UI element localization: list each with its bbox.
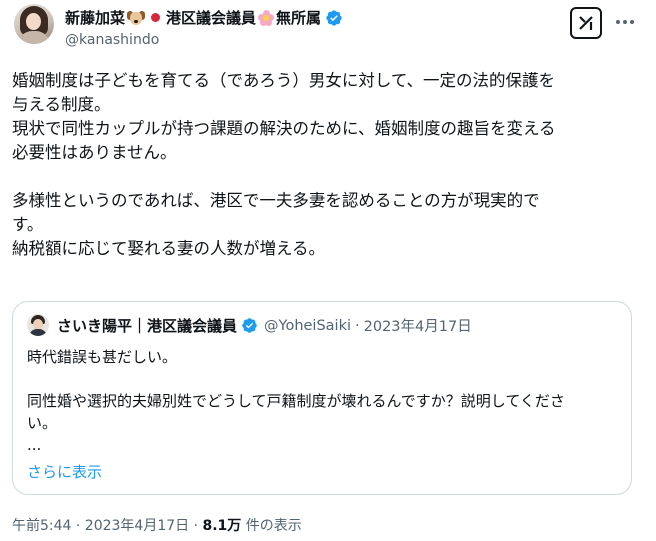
grok-icon	[579, 16, 593, 30]
tweet-text: 婚姻制度は子どもを育てる（であろう）男女に対して、一定の法的保護を 与える制度。…	[12, 69, 644, 261]
tweet-line: 現状で同性カップルが持つ課題の解決のために、婚姻制度の趣旨を変える	[12, 119, 556, 138]
verified-badge-icon	[242, 318, 257, 333]
quoted-author-name[interactable]: さいき陽平｜港区議会議員	[57, 315, 237, 336]
quoted-tweet-date[interactable]: 2023年4月17日	[364, 315, 472, 336]
quoted-tweet-blank-line	[27, 368, 623, 390]
author-name-part2: 港区議会議員	[166, 9, 257, 27]
quoted-tweet-line: 同性婚や選択的夫婦別姓でどうして戸籍制度が壊れるんですか？説明してくださ	[27, 392, 565, 410]
tweet-line: す。	[12, 215, 44, 234]
show-more-link[interactable]: さらに表示	[27, 461, 102, 482]
red-circle-icon	[151, 13, 161, 22]
tweet-line: 与える制度。	[12, 95, 111, 114]
quoted-author-avatar[interactable]	[27, 314, 49, 336]
quoted-tweet-card[interactable]: さいき陽平｜港区議会議員 @YoheiSaiki · 2023年4月17日 時代…	[12, 301, 632, 495]
tweet-timestamp[interactable]: 午前5:44 · 2023年4月17日 ·	[12, 518, 203, 534]
dog-face-icon	[127, 10, 146, 26]
author-handle[interactable]: @kanashindo	[65, 32, 159, 48]
quoted-tweet-ellipsis: ...	[27, 436, 42, 454]
tweet-line: 納税額に応じて娶れる妻の人数が増える。	[12, 239, 326, 258]
author-name-part3: 無所属	[276, 9, 322, 27]
grok-button[interactable]	[570, 7, 602, 39]
more-dots-icon	[616, 20, 634, 24]
tweet-line: 必要性はありません。	[12, 143, 177, 162]
views-label: 件の表示	[241, 518, 302, 534]
views-count[interactable]: 8.1万	[203, 518, 242, 534]
quoted-tweet-line: い。	[27, 414, 58, 432]
tweet-footer: 午前5:44 · 2023年4月17日 · 8.1万 件の表示	[12, 515, 302, 535]
quoted-tweet-header: さいき陽平｜港区議会議員 @YoheiSaiki · 2023年4月17日	[57, 315, 472, 336]
cherry-blossom-icon	[258, 9, 275, 26]
quoted-tweet-text: 時代錯誤も甚だしい。 同性婚や選択的夫婦別姓でどうして戸籍制度が壊れるんですか？…	[27, 346, 623, 456]
quoted-author-handle[interactable]: @YoheiSaiki	[264, 318, 351, 334]
quoted-tweet-line: 時代錯誤も甚だしい。	[27, 348, 178, 366]
tweet-line: 多様性というのであれば、港区で一夫多妻を認めることの方が現実的で	[12, 191, 540, 210]
more-options-button[interactable]	[612, 9, 638, 35]
author-name-part1: 新藤加菜	[65, 9, 126, 27]
tweet-line: 婚姻制度は子どもを育てる（であろう）男女に対して、一定の法的保護を	[12, 71, 556, 90]
author-avatar[interactable]	[14, 4, 54, 44]
meta-separator: ·	[355, 317, 360, 334]
verified-badge-icon	[326, 9, 342, 26]
author-display-name[interactable]: 新藤加菜 港区議会議員 無所属	[65, 7, 343, 28]
